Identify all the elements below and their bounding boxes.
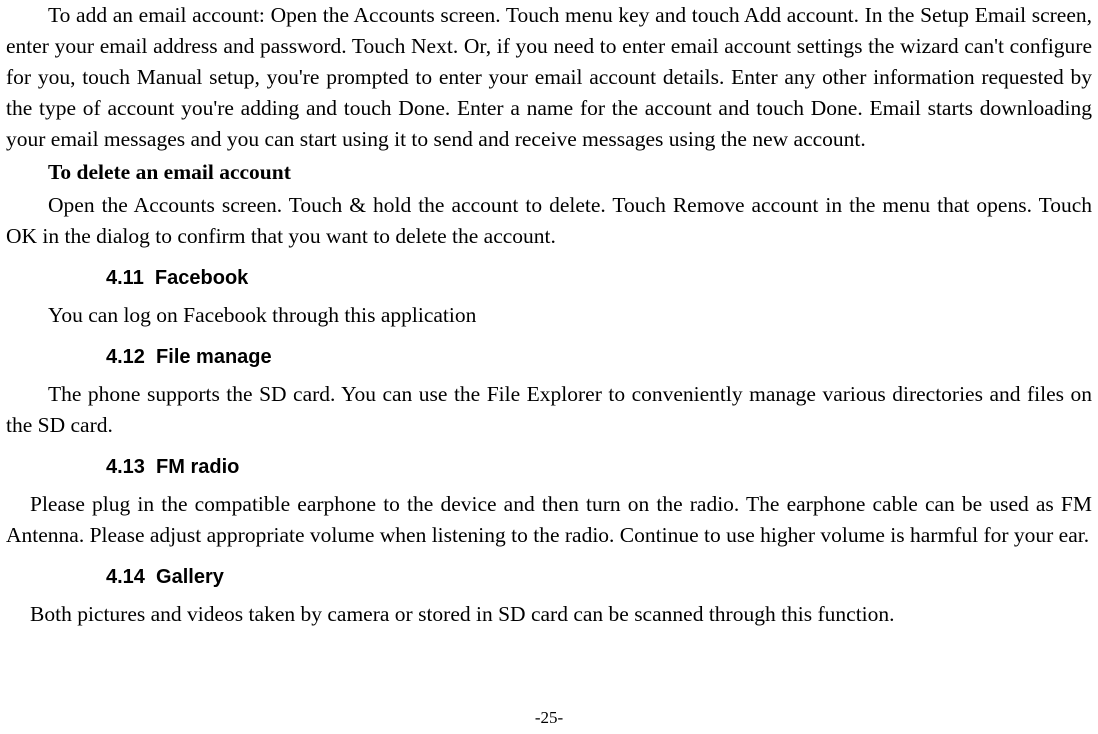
paragraph-add-account: To add an email account: Open the Accoun… [6,0,1092,155]
heading-414-gallery: 4.14 Gallery [6,561,1092,593]
page-number: -25- [0,708,1098,728]
heading-delete-account: To delete an email account [6,157,1092,188]
paragraph-fm-radio: Please plug in the compatible earphone t… [6,489,1092,551]
paragraph-gallery: Both pictures and videos taken by camera… [6,599,1092,630]
heading-411-facebook: 4.11 Facebook [6,262,1092,294]
heading-413-fm-radio: 4.13 FM radio [6,451,1092,483]
page-container: To add an email account: Open the Accoun… [0,0,1098,734]
paragraph-delete-account: Open the Accounts screen. Touch & hold t… [6,190,1092,252]
paragraph-facebook: You can log on Facebook through this app… [6,300,1092,331]
paragraph-file-manage: The phone supports the SD card. You can … [6,379,1092,441]
heading-delete-account-text: To delete an email account [48,160,291,184]
heading-412-file-manage: 4.12 File manage [6,341,1092,373]
